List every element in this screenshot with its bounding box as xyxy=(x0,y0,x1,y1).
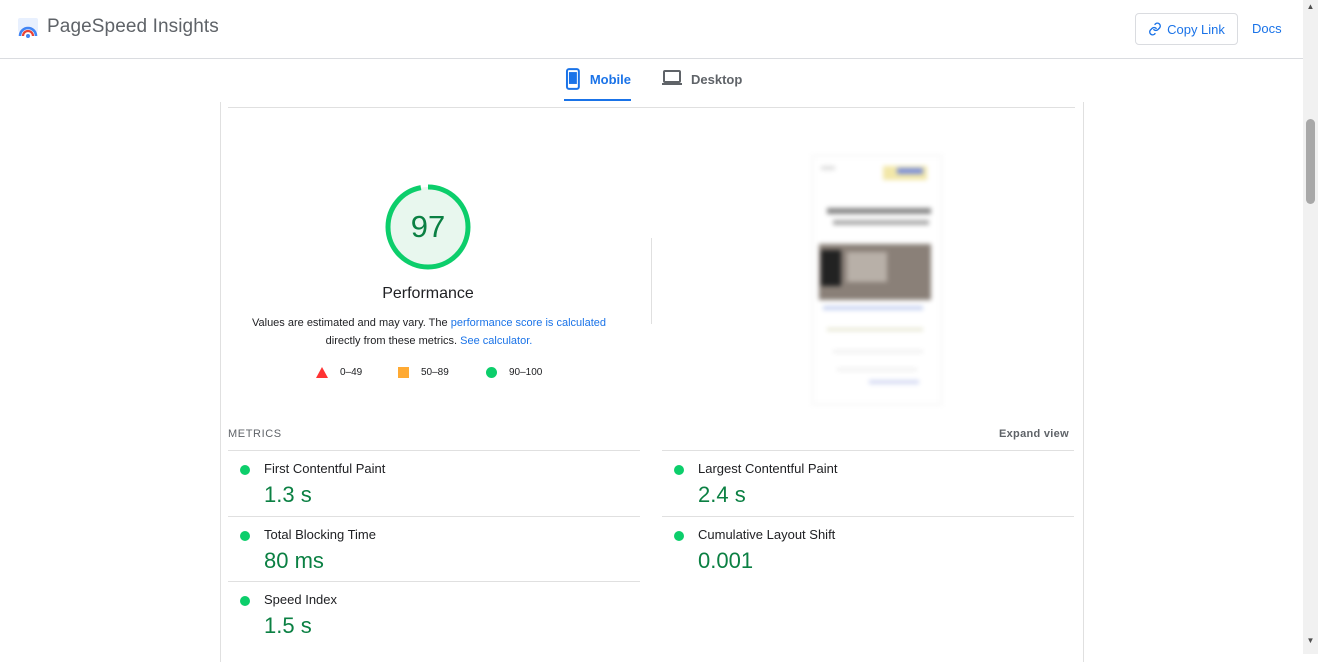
scroll-down-arrow-icon[interactable]: ▼ xyxy=(1303,636,1318,648)
performance-description: Values are estimated and may vary. The p… xyxy=(244,314,614,350)
metric-value: 80 ms xyxy=(264,548,324,573)
metric-name: Speed Index xyxy=(264,592,338,607)
score-calculated-link[interactable]: performance score is calculated xyxy=(451,317,606,329)
legend-fail: 0–49 xyxy=(316,367,362,378)
copy-link-label: Copy Link xyxy=(1167,21,1225,37)
mobile-phone-icon xyxy=(565,68,580,90)
performance-score: 97 xyxy=(410,209,446,244)
metric-speed-index: Speed Index 1.5 s xyxy=(228,581,640,647)
copy-link-button[interactable]: Copy Link xyxy=(1135,13,1238,45)
metric-name: Cumulative Layout Shift xyxy=(698,527,836,542)
tab-desktop[interactable]: Desktop xyxy=(661,68,742,101)
see-calculator-link[interactable]: See calculator. xyxy=(460,335,532,347)
app-title: PageSpeed Insights xyxy=(47,16,219,37)
metrics-heading: METRICS xyxy=(228,428,282,440)
square-orange-icon xyxy=(398,367,409,378)
metric-name: Total Blocking Time xyxy=(264,527,376,542)
tab-mobile[interactable]: Mobile xyxy=(564,68,631,101)
metric-value: 1.3 s xyxy=(264,482,312,507)
legend-pass: 90–100 xyxy=(486,367,542,378)
legend-average-range: 50–89 xyxy=(421,367,449,378)
circle-green-icon xyxy=(486,367,497,378)
report-divider xyxy=(228,107,1075,108)
scrollbar-thumb[interactable] xyxy=(1306,119,1315,204)
desc-text-1: Values are estimated and may vary. The xyxy=(251,317,451,329)
pass-circle-icon xyxy=(240,596,250,606)
pass-circle-icon xyxy=(240,465,250,475)
pass-circle-icon xyxy=(674,465,684,475)
metric-total-blocking-time: Total Blocking Time 80 ms xyxy=(228,516,640,582)
tab-desktop-label: Desktop xyxy=(691,72,743,87)
legend-fail-range: 0–49 xyxy=(340,367,363,378)
triangle-red-icon xyxy=(316,367,328,378)
pass-circle-icon xyxy=(240,531,250,541)
pagespeed-logo-icon[interactable] xyxy=(16,16,40,40)
metric-value: 2.4 s xyxy=(698,482,746,507)
metric-largest-contentful-paint: Largest Contentful Paint 2.4 s xyxy=(662,450,1074,516)
metric-value: 1.5 s xyxy=(264,613,312,638)
legend-average: 50–89 xyxy=(398,367,449,378)
metric-first-contentful-paint: First Contentful Paint 1.3 s xyxy=(228,450,640,516)
pass-circle-icon xyxy=(674,531,684,541)
legend-pass-range: 90–100 xyxy=(509,367,543,378)
metric-name: First Contentful Paint xyxy=(264,461,386,476)
metric-value: 0.001 xyxy=(698,548,754,573)
app-header: PageSpeed Insights Copy Link Docs xyxy=(0,0,1303,59)
laptop-icon xyxy=(662,70,682,85)
tab-mobile-label: Mobile xyxy=(589,72,631,87)
vertical-scrollbar[interactable] xyxy=(1303,0,1318,654)
final-screenshot-thumbnail[interactable] xyxy=(812,155,942,405)
desc-text-2: directly from these metrics. xyxy=(325,335,461,347)
expand-view-button[interactable]: Expand view xyxy=(999,428,1069,440)
metric-name: Largest Contentful Paint xyxy=(698,461,838,476)
scroll-up-arrow-icon[interactable]: ▲ xyxy=(1303,2,1318,14)
vertical-divider xyxy=(651,238,652,324)
performance-title: Performance xyxy=(382,285,474,302)
link-icon xyxy=(1149,22,1162,36)
docs-link[interactable]: Docs xyxy=(1252,21,1282,36)
metric-cumulative-layout-shift: Cumulative Layout Shift 0.001 xyxy=(662,516,1074,582)
